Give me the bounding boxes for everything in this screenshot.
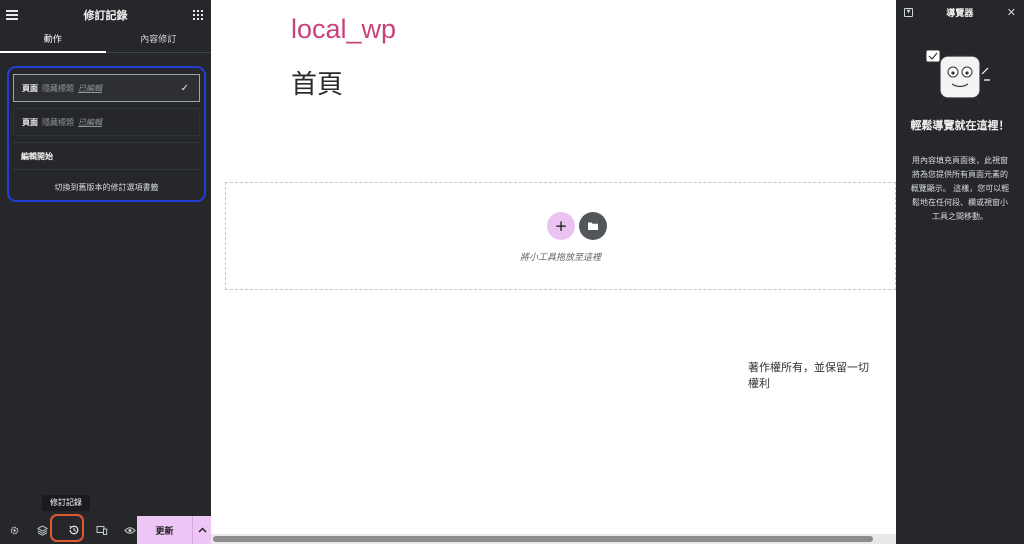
history-item-action: 隱藏標題 <box>42 83 74 93</box>
horizontal-scrollbar[interactable] <box>211 534 896 544</box>
preview-canvas: local_wp 首頁 + 將小工具拖放至這裡 著作權所有，並保留一切權利 <box>211 0 896 534</box>
history-item-title: 編輯開始 <box>21 151 53 161</box>
history-item-action: 隱藏標題 <box>42 117 74 127</box>
folder-icon <box>588 222 598 230</box>
close-icon[interactable]: ✕ <box>1007 6 1016 19</box>
add-section-button[interactable]: + <box>547 212 575 240</box>
drop-zone-text: 將小工具拖放至這裡 <box>519 253 601 263</box>
panel-header: 修訂記錄 <box>0 0 211 30</box>
responsive-icon[interactable] <box>88 516 116 544</box>
template-library-button[interactable] <box>579 212 607 240</box>
footer-copyright: 著作權所有，並保留一切權利 <box>748 361 869 390</box>
drop-zone[interactable]: + 將小工具拖放至這裡 <box>225 182 896 290</box>
navigator-empty-description: 用內容填充頁面後，此視窗將為您提供所有頁面元素的概覽顯示。 這樣，您可以輕鬆地在… <box>910 156 1010 221</box>
scrollbar-thumb[interactable] <box>213 536 873 542</box>
update-button[interactable]: 更新 <box>137 516 192 544</box>
history-item[interactable]: 頁面 隱藏標題 已編輯 <box>13 108 200 136</box>
history-item-title: 頁面 <box>22 117 38 127</box>
navigator-title: 導覽器 <box>946 8 974 19</box>
history-item-status: 已編輯 <box>78 117 102 127</box>
navigator-empty-heading: 輕鬆導覽就在這裡！ <box>910 119 1010 132</box>
left-panel: 修訂記錄 動作 內容修訂 頁面 隱藏標題 已編輯 ✓ 頁面 隱藏標題 已編輯 編… <box>0 0 211 544</box>
history-item[interactable]: 頁面 隱藏標題 已編輯 ✓ <box>13 74 200 102</box>
revert-link[interactable]: 切換到舊版本的修訂選項書籤 <box>13 176 200 193</box>
navigator-panel: ▼ 導覽器 ✕ 輕鬆導覽就在這裡！ 用內容填充頁面後，此視窗將為您提供所有頁面元… <box>896 0 1024 544</box>
history-tabs: 動作 內容修訂 <box>0 30 211 53</box>
history-item-editing-started[interactable]: 編輯開始 <box>13 142 200 170</box>
menu-icon[interactable] <box>6 10 18 20</box>
panel-title: 修訂記錄 <box>83 9 128 22</box>
site-title[interactable]: local_wp <box>291 14 396 45</box>
navigator-header: ▼ 導覽器 ✕ <box>896 0 1024 24</box>
history-item-title: 頁面 <box>22 83 38 93</box>
tab-revisions[interactable]: 內容修訂 <box>106 30 212 52</box>
widgets-grid-icon[interactable] <box>193 10 203 20</box>
tab-actions[interactable]: 動作 <box>0 30 106 53</box>
history-tooltip: 修訂記錄 <box>42 495 90 511</box>
elementor-editor: 修訂記錄 動作 內容修訂 頁面 隱藏標題 已編輯 ✓ 頁面 隱藏標題 已編輯 編… <box>0 0 1024 544</box>
history-item-status: 已編輯 <box>78 83 102 93</box>
history-list: 頁面 隱藏標題 已編輯 ✓ 頁面 隱藏標題 已編輯 編輯開始 切換到舊版本的修訂… <box>7 66 206 202</box>
check-icon: ✓ <box>180 83 189 94</box>
collapse-all-icon[interactable]: ▼ <box>904 7 913 17</box>
history-icon-highlight <box>50 514 84 542</box>
chevron-up-icon[interactable] <box>192 516 211 544</box>
page-heading: 首頁 <box>291 70 344 100</box>
gear-icon[interactable] <box>0 516 28 544</box>
navigator-illustration <box>925 49 990 105</box>
